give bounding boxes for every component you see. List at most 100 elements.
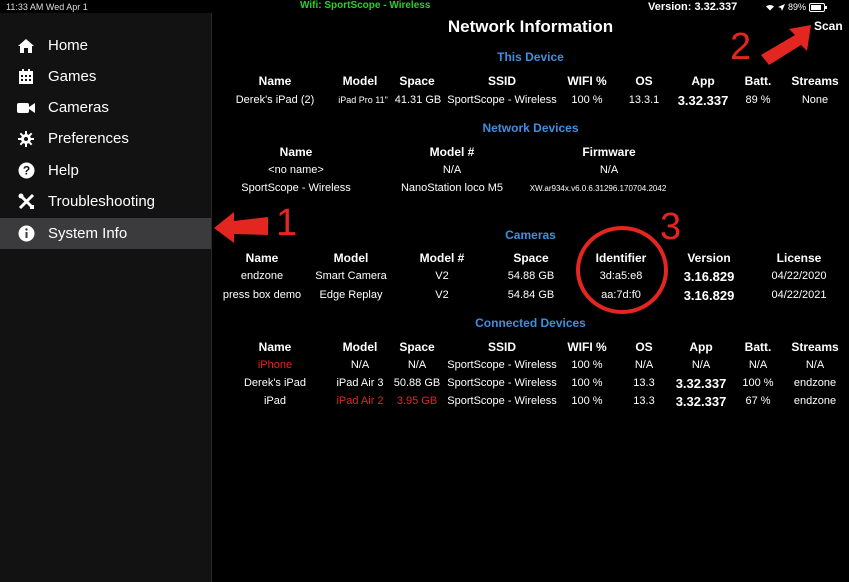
- table-cell: V2: [435, 270, 449, 282]
- section-title-this-device: This Device: [497, 50, 564, 64]
- table-cell: SportScope - Wireless: [241, 182, 351, 194]
- sidebar-item-cameras[interactable]: Cameras: [0, 92, 211, 123]
- column-header: Model #: [419, 251, 465, 265]
- column-header: Streams: [791, 74, 839, 88]
- table-cell: 3.95 GB: [396, 395, 438, 407]
- column-header: Streams: [791, 340, 839, 354]
- wifi-icon: [766, 4, 774, 11]
- status-wifi-ssid: Wifi: SportScope - Wireless: [300, 0, 431, 11]
- column-header: SSID: [487, 74, 517, 88]
- scan-button[interactable]: Scan: [814, 19, 843, 33]
- column-header: Space: [399, 340, 435, 354]
- column-header: App: [691, 74, 715, 88]
- column-header: Model: [333, 251, 369, 265]
- home-icon: [16, 36, 36, 56]
- info-circle-icon: [16, 224, 36, 244]
- annotation-arrow-1: [214, 212, 268, 243]
- sidebar-item-label: Cameras: [48, 99, 109, 116]
- table-cell: <no name>: [268, 164, 324, 176]
- table-cell: 67 %: [745, 395, 771, 407]
- column-header: Version: [687, 251, 731, 265]
- table-cell: XW.ar934x.v6.0.6.31296.170704.2042: [529, 184, 667, 193]
- table-cell: 3.32.337: [675, 394, 727, 409]
- sidebar: Home Games Cameras Preferences ? Help Tr…: [0, 13, 212, 582]
- battery-icon: [809, 2, 828, 12]
- table-cell: 89 %: [745, 94, 771, 106]
- battery-percent: 89%: [788, 2, 807, 12]
- annotation-number-1: 1: [276, 202, 298, 244]
- table-cell: SportScope - Wireless: [447, 94, 557, 106]
- column-header: OS: [635, 74, 653, 88]
- status-indicators: 89%: [765, 2, 828, 12]
- status-app-version: Version: 3.32.337: [648, 1, 738, 13]
- sidebar-item-label: Help: [48, 162, 79, 179]
- column-header: App: [689, 340, 713, 354]
- table-cell: 100 %: [571, 377, 603, 389]
- sidebar-item-label: Games: [48, 68, 97, 85]
- column-header: License: [776, 251, 822, 265]
- table-cell: endzone: [793, 377, 837, 389]
- table-cell: iPhone: [257, 359, 293, 371]
- sidebar-item-system-info[interactable]: System Info: [0, 218, 211, 249]
- table-cell: SportScope - Wireless: [447, 377, 557, 389]
- column-header: WIFI %: [567, 74, 607, 88]
- table-cell: 41.31 GB: [394, 94, 442, 106]
- table-cell: iPad Air 3: [336, 377, 384, 389]
- annotation-arrow-2: [761, 25, 811, 65]
- section-title-connected-devices: Connected Devices: [475, 316, 586, 330]
- section-title-cameras: Cameras: [505, 228, 556, 242]
- sidebar-item-games[interactable]: Games: [0, 61, 211, 92]
- table-cell: 3.16.829: [683, 269, 735, 284]
- location-arrow-icon: [778, 3, 785, 11]
- table-cell: iPad: [263, 395, 287, 407]
- column-header: Model: [342, 74, 378, 88]
- column-header: Name: [245, 251, 279, 265]
- table-cell: 54.84 GB: [507, 289, 555, 301]
- sidebar-item-label: System Info: [48, 225, 128, 242]
- table-cell: endzone: [240, 270, 284, 282]
- sidebar-item-help[interactable]: ? Help: [0, 155, 211, 186]
- table-cell: N/A: [407, 359, 427, 371]
- table-cell: endzone: [793, 395, 837, 407]
- sidebar-item-label: Home: [48, 37, 89, 54]
- table-cell: N/A: [691, 359, 711, 371]
- status-time-date: 11:33 AM Wed Apr 1: [6, 2, 88, 12]
- table-cell: 04/22/2020: [771, 270, 827, 282]
- sidebar-item-preferences[interactable]: Preferences: [0, 123, 211, 154]
- column-header: Space: [513, 251, 549, 265]
- column-header: OS: [635, 340, 653, 354]
- table-cell: 3.16.829: [683, 288, 735, 303]
- table-cell: N/A: [350, 359, 370, 371]
- table-cell: NanoStation loco M5: [400, 182, 504, 194]
- table-cell: iPad Air 2: [336, 395, 384, 407]
- column-header: Space: [399, 74, 435, 88]
- tools-icon: [16, 192, 36, 212]
- column-header: Name: [258, 340, 292, 354]
- sidebar-item-label: Preferences: [48, 130, 129, 147]
- sidebar-item-home[interactable]: Home: [0, 30, 211, 61]
- table-cell: Smart Camera: [315, 270, 387, 282]
- column-header: Model #: [429, 145, 475, 159]
- page-title: Network Information: [447, 17, 614, 36]
- table-cell: 04/22/2021: [771, 289, 827, 301]
- table-cell: 50.88 GB: [393, 377, 441, 389]
- sidebar-item-troubleshooting[interactable]: Troubleshooting: [0, 186, 211, 217]
- table-cell: 100 %: [571, 94, 603, 106]
- svg-text:?: ?: [22, 164, 29, 178]
- network-info-panel: Network Information Scan This Device Nam…: [212, 13, 849, 582]
- table-cell: N/A: [805, 359, 825, 371]
- column-header: Name: [258, 74, 292, 88]
- table-cell: 100 %: [571, 359, 603, 371]
- table-cell: Derek's iPad (2): [235, 94, 315, 106]
- sidebar-item-label: Troubleshooting: [48, 193, 156, 210]
- table-cell: SportScope - Wireless: [447, 359, 557, 371]
- annotation-circle-identifier: [576, 226, 668, 314]
- table-cell: SportScope - Wireless: [447, 395, 557, 407]
- column-header: WIFI %: [567, 340, 607, 354]
- annotation-number-3: 3: [660, 206, 682, 248]
- status-bar: 11:33 AM Wed Apr 1 Wifi: SportScope - Wi…: [0, 0, 849, 13]
- table-cell: iPad Pro 11": [338, 95, 388, 105]
- table-cell: N/A: [599, 164, 619, 176]
- table-cell: 13.3.1: [628, 94, 660, 106]
- table-cell: press box demo: [222, 289, 302, 301]
